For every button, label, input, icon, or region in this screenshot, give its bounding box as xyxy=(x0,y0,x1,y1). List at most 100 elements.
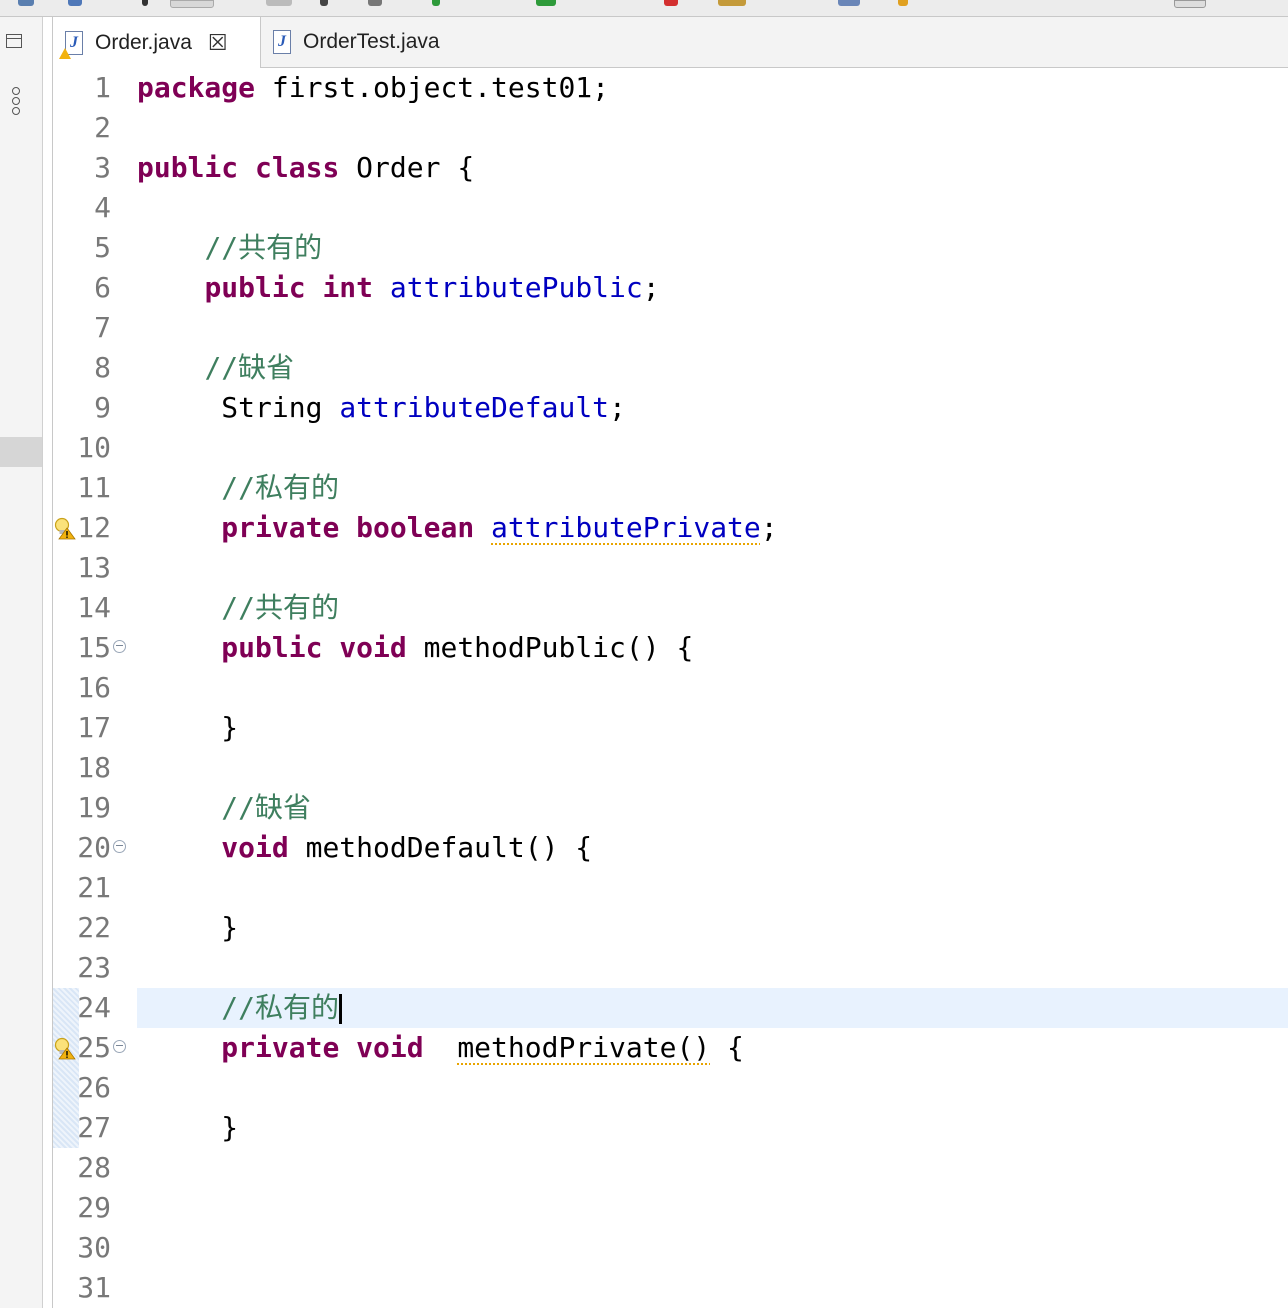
toolbar-icon[interactable] xyxy=(898,0,908,6)
toolbar-icon[interactable] xyxy=(142,0,148,6)
code-line[interactable]: 3 public class Order { xyxy=(53,148,1288,188)
more-options-icon[interactable] xyxy=(12,87,26,117)
code-text: methodPublic() { xyxy=(406,631,694,664)
code-text: ; xyxy=(642,271,660,304)
code-content: //缺省 xyxy=(137,788,311,828)
code-line[interactable]: 16 xyxy=(53,668,1288,708)
line-number: 5 xyxy=(94,231,111,264)
code-line[interactable]: 12 private boolean attributePrivate; xyxy=(53,508,1288,548)
code-line[interactable]: 29 xyxy=(53,1188,1288,1228)
warning-bulb-icon[interactable] xyxy=(53,1036,77,1060)
keyword: boolean xyxy=(356,511,475,544)
code-text: } xyxy=(221,711,239,744)
toolbar-icon[interactable] xyxy=(536,0,556,6)
line-number: 16 xyxy=(77,671,111,704)
code-line[interactable]: 24 //私有的 xyxy=(53,988,1288,1028)
line-number: 31 xyxy=(77,1271,111,1304)
toolbar-icon[interactable] xyxy=(1174,0,1206,8)
code-line[interactable]: 8 //缺省 xyxy=(53,348,1288,388)
code-line[interactable]: 20 void methodDefault() { xyxy=(53,828,1288,868)
line-number: 23 xyxy=(77,951,111,984)
code-line[interactable]: 31 xyxy=(53,1268,1288,1308)
keyword: int xyxy=(322,271,374,304)
toolbar-icon[interactable] xyxy=(266,0,292,6)
toolbar-icon[interactable] xyxy=(68,0,82,6)
code-line[interactable]: 17 } xyxy=(53,708,1288,748)
code-text: ; xyxy=(609,391,626,424)
close-tab-icon[interactable]: ☒ xyxy=(208,30,228,56)
line-number: 15 xyxy=(77,631,111,664)
line-number: 30 xyxy=(77,1231,111,1264)
code-text: } xyxy=(221,1111,239,1144)
fold-collapse-icon[interactable] xyxy=(113,840,126,853)
code-line[interactable]: 21 xyxy=(53,868,1288,908)
code-line[interactable]: 14 //共有的 xyxy=(53,588,1288,628)
code-line[interactable]: 19 //缺省 xyxy=(53,788,1288,828)
code-line[interactable]: 11 //私有的 xyxy=(53,468,1288,508)
code-content: } xyxy=(137,908,238,948)
line-number: 10 xyxy=(77,431,111,464)
code-content: String attributeDefault; xyxy=(137,388,626,428)
toolbar-icon[interactable] xyxy=(838,0,860,6)
code-area[interactable]: 1 package first.object.test01; 2 3 public cl… xyxy=(53,69,1288,1308)
code-line[interactable]: 27 } xyxy=(53,1108,1288,1148)
code-line[interactable]: 13 xyxy=(53,548,1288,588)
warning-bulb-icon[interactable] xyxy=(53,516,77,540)
code-line[interactable]: 2 xyxy=(53,108,1288,148)
code-line[interactable]: 25 private void methodPrivate() { xyxy=(53,1028,1288,1068)
code-line[interactable]: 15 public void methodPublic() { xyxy=(53,628,1288,668)
code-line[interactable]: 1 package first.object.test01; xyxy=(53,68,1288,108)
line-number: 20 xyxy=(77,831,111,864)
line-number: 19 xyxy=(77,791,111,824)
code-content: public void methodPublic() { xyxy=(137,628,693,668)
code-editor[interactable]: J Order.java ☒ J OrderTest.java 1 package… xyxy=(52,17,1288,1308)
line-number: 28 xyxy=(77,1151,111,1184)
fold-collapse-icon[interactable] xyxy=(113,640,126,653)
toolbar-icon[interactable] xyxy=(432,0,440,6)
code-text: first.object.test01; xyxy=(255,71,610,104)
code-line[interactable]: 22 } xyxy=(53,908,1288,948)
code-line[interactable]: 10 xyxy=(53,428,1288,468)
line-number: 21 xyxy=(77,871,111,904)
left-side-panel xyxy=(0,17,43,1308)
tab-label: OrderTest.java xyxy=(303,30,440,53)
code-line[interactable]: 26 xyxy=(53,1068,1288,1108)
toolbar-icon[interactable] xyxy=(320,0,328,6)
keyword: private xyxy=(221,511,340,544)
tab-ordertest-java[interactable]: J OrderTest.java xyxy=(273,17,503,67)
restore-icon[interactable] xyxy=(6,34,22,48)
code-text: String xyxy=(221,391,340,424)
code-line[interactable]: 30 xyxy=(53,1228,1288,1268)
line-number: 22 xyxy=(77,911,111,944)
code-content: void methodDefault() { xyxy=(137,828,592,868)
keyword: void xyxy=(339,631,407,664)
field-name: attributeDefault xyxy=(339,391,610,424)
keyword: class xyxy=(255,151,340,184)
code-line[interactable]: 28 xyxy=(53,1148,1288,1188)
toolbar-icon[interactable] xyxy=(664,0,678,6)
code-text: methodDefault() { xyxy=(288,831,593,864)
line-number: 11 xyxy=(77,471,111,504)
comment: //私有的 xyxy=(221,471,340,504)
code-content: } xyxy=(137,708,238,748)
code-line[interactable]: 6 public int attributePublic; xyxy=(53,268,1288,308)
code-text: { xyxy=(710,1031,744,1064)
toolbar-icon[interactable] xyxy=(18,0,34,6)
code-line[interactable]: 18 xyxy=(53,748,1288,788)
line-number: 3 xyxy=(94,151,111,184)
side-selection xyxy=(0,437,42,467)
code-line[interactable]: 5 //共有的 xyxy=(53,228,1288,268)
fold-collapse-icon[interactable] xyxy=(113,1040,126,1053)
line-number: 24 xyxy=(77,991,111,1024)
code-line[interactable]: 23 xyxy=(53,948,1288,988)
code-line[interactable]: 7 xyxy=(53,308,1288,348)
toolbar-icon[interactable] xyxy=(718,0,746,6)
tab-order-java[interactable]: J Order.java ☒ xyxy=(53,17,261,68)
line-number: 18 xyxy=(77,751,111,784)
line-number: 4 xyxy=(94,191,111,224)
toolbar-icon[interactable] xyxy=(170,0,214,8)
code-line[interactable]: 4 xyxy=(53,188,1288,228)
toolbar-icon[interactable] xyxy=(368,0,382,6)
keyword: package xyxy=(137,71,256,104)
code-line[interactable]: 9 String attributeDefault; xyxy=(53,388,1288,428)
